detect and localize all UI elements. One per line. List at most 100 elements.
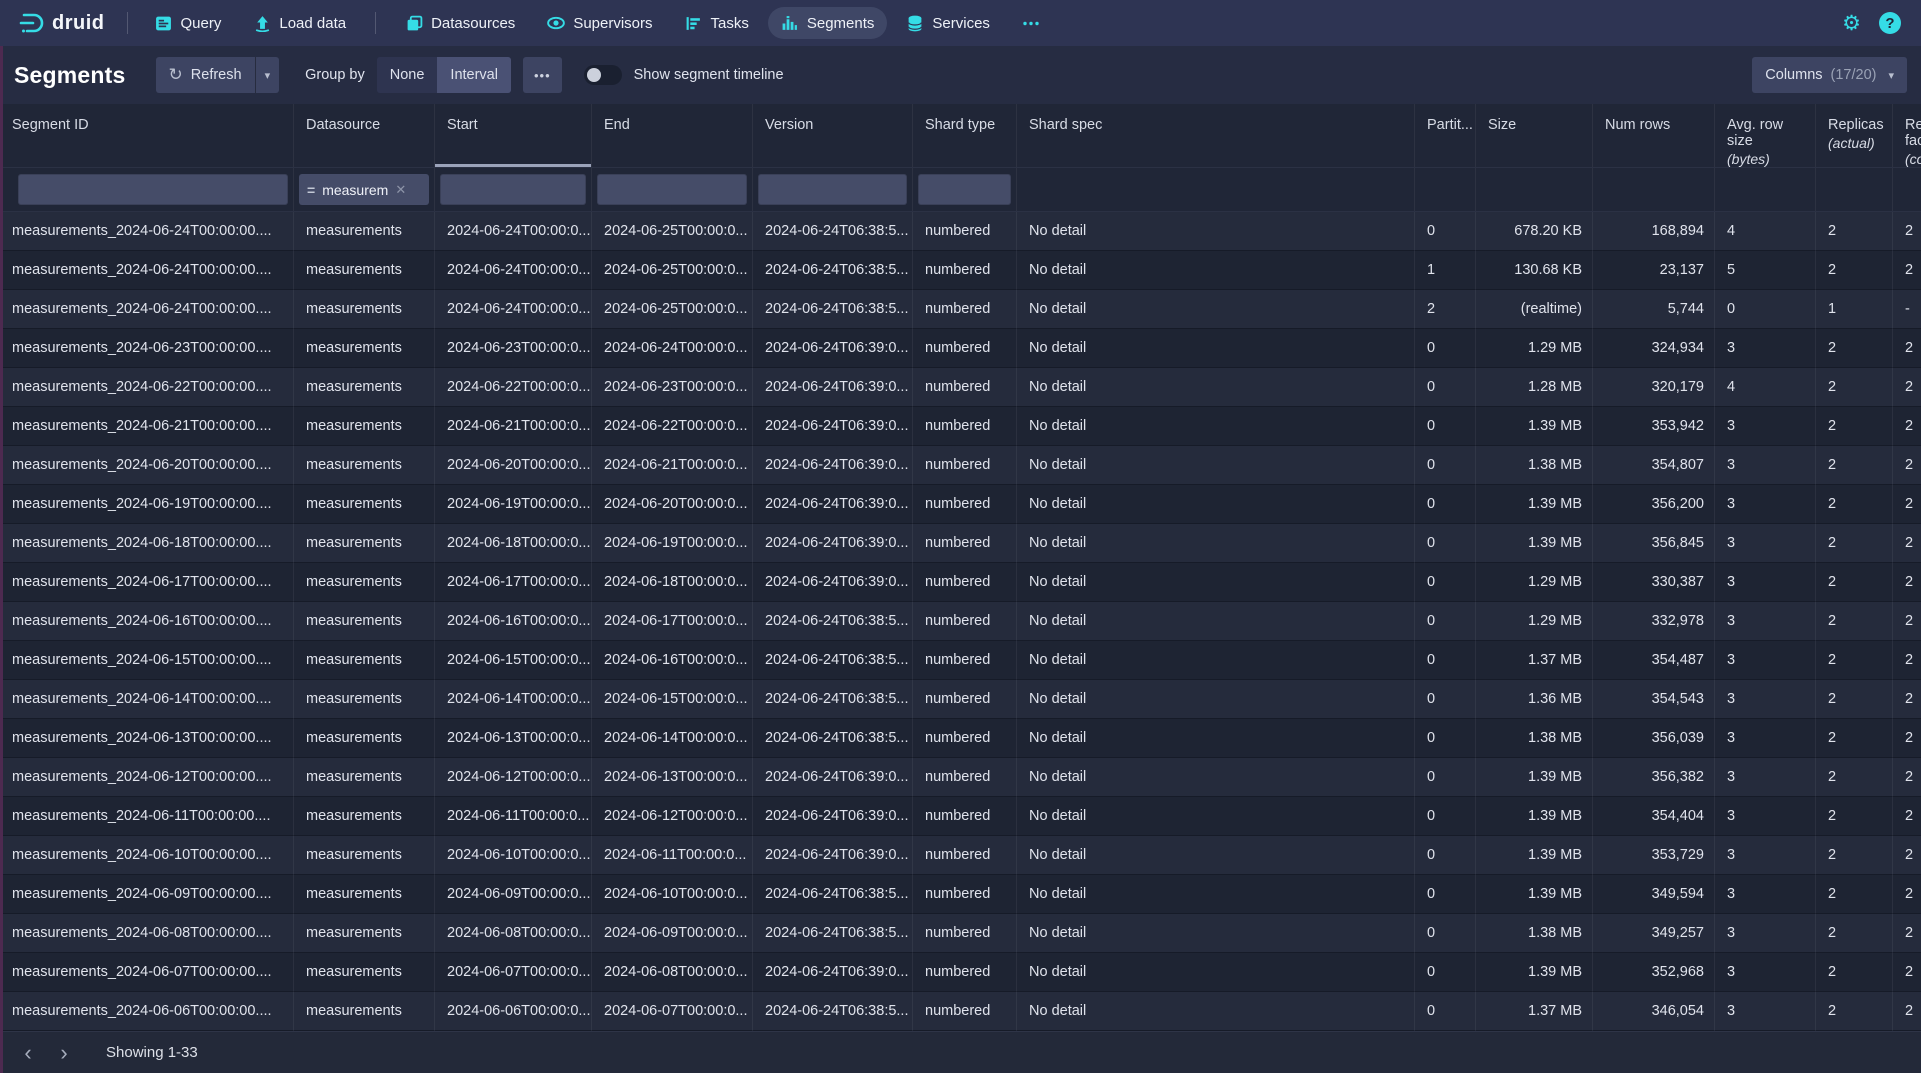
cell-shard_spec[interactable]: No detail xyxy=(1017,446,1415,485)
nav-item-datasources[interactable]: Datasources xyxy=(392,7,528,39)
cell-partition[interactable]: 0 xyxy=(1415,875,1476,914)
refresh-dropdown-button[interactable]: ▾ xyxy=(255,57,280,93)
cell-datasource[interactable]: measurements xyxy=(294,602,435,641)
cell-version[interactable]: 2024-06-24T06:38:5... xyxy=(753,914,913,953)
cell-start[interactable]: 2024-06-13T00:00:0... xyxy=(435,719,592,758)
cell-start[interactable]: 2024-06-16T00:00:0... xyxy=(435,602,592,641)
cell-avg_row_size[interactable]: 3 xyxy=(1715,719,1816,758)
cell-avg_row_size[interactable]: 4 xyxy=(1715,368,1816,407)
cell-replication_factor[interactable]: 2 xyxy=(1893,992,1921,1031)
cell-partition[interactable]: 1 xyxy=(1415,251,1476,290)
cell-shard_type[interactable]: numbered xyxy=(913,329,1017,368)
cell-end[interactable]: 2024-06-19T00:00:0... xyxy=(592,524,753,563)
cell-num_rows[interactable]: 354,487 xyxy=(1593,641,1715,680)
cell-end[interactable]: 2024-06-17T00:00:0... xyxy=(592,602,753,641)
cell-num_rows[interactable]: 23,137 xyxy=(1593,251,1715,290)
cell-shard_type[interactable]: numbered xyxy=(913,875,1017,914)
cell-replication_factor[interactable]: 2 xyxy=(1893,524,1921,563)
column-header-shard_spec[interactable]: Shard spec xyxy=(1017,104,1415,167)
cell-num_rows[interactable]: 356,845 xyxy=(1593,524,1715,563)
cell-version[interactable]: 2024-06-24T06:39:0... xyxy=(753,446,913,485)
cell-size[interactable]: 1.38 MB xyxy=(1476,446,1593,485)
cell-version[interactable]: 2024-06-24T06:39:0... xyxy=(753,485,913,524)
cell-size[interactable]: 1.39 MB xyxy=(1476,407,1593,446)
nav-item-segments[interactable]: Segments xyxy=(768,7,888,39)
cell-num_rows[interactable]: 356,382 xyxy=(1593,758,1715,797)
cell-version[interactable]: 2024-06-24T06:38:5... xyxy=(753,602,913,641)
cell-datasource[interactable]: measurements xyxy=(294,836,435,875)
cell-start[interactable]: 2024-06-15T00:00:0... xyxy=(435,641,592,680)
cell-replicas[interactable]: 2 xyxy=(1816,875,1893,914)
cell-replicas[interactable]: 2 xyxy=(1816,524,1893,563)
cell-datasource[interactable]: measurements xyxy=(294,407,435,446)
cell-datasource[interactable]: measurements xyxy=(294,485,435,524)
cell-avg_row_size[interactable]: 3 xyxy=(1715,758,1816,797)
cell-partition[interactable]: 0 xyxy=(1415,836,1476,875)
cell-datasource[interactable]: measurements xyxy=(294,680,435,719)
cell-start[interactable]: 2024-06-24T00:00:0... xyxy=(435,251,592,290)
cell-replication_factor[interactable]: 2 xyxy=(1893,875,1921,914)
nav-item-services[interactable]: Services xyxy=(893,7,1003,39)
refresh-button[interactable]: ↻ Refresh xyxy=(156,57,255,93)
cell-end[interactable]: 2024-06-25T00:00:0... xyxy=(592,290,753,329)
cell-start[interactable]: 2024-06-21T00:00:0... xyxy=(435,407,592,446)
cell-partition[interactable]: 0 xyxy=(1415,446,1476,485)
column-header-num_rows[interactable]: Num rows xyxy=(1593,104,1715,167)
cell-datasource[interactable]: measurements xyxy=(294,953,435,992)
cell-avg_row_size[interactable]: 3 xyxy=(1715,953,1816,992)
cell-replication_factor[interactable]: 2 xyxy=(1893,641,1921,680)
cell-shard_type[interactable]: numbered xyxy=(913,407,1017,446)
cell-size[interactable]: 1.39 MB xyxy=(1476,758,1593,797)
cell-avg_row_size[interactable]: 3 xyxy=(1715,836,1816,875)
cell-start[interactable]: 2024-06-07T00:00:0... xyxy=(435,953,592,992)
cell-segment_id[interactable]: measurements_2024-06-21T00:00:00.... xyxy=(0,407,294,446)
cell-size[interactable]: 1.38 MB xyxy=(1476,914,1593,953)
cell-num_rows[interactable]: 349,594 xyxy=(1593,875,1715,914)
cell-size[interactable]: 1.39 MB xyxy=(1476,524,1593,563)
cell-datasource[interactable]: measurements xyxy=(294,914,435,953)
column-header-shard_type[interactable]: Shard type xyxy=(913,104,1017,167)
cell-segment_id[interactable]: measurements_2024-06-13T00:00:00.... xyxy=(0,719,294,758)
prev-page-button[interactable]: ‹ xyxy=(12,1037,44,1069)
cell-datasource[interactable]: measurements xyxy=(294,368,435,407)
cell-shard_spec[interactable]: No detail xyxy=(1017,524,1415,563)
cell-replicas[interactable]: 2 xyxy=(1816,641,1893,680)
cell-start[interactable]: 2024-06-22T00:00:0... xyxy=(435,368,592,407)
cell-datasource[interactable]: measurements xyxy=(294,641,435,680)
cell-avg_row_size[interactable]: 3 xyxy=(1715,563,1816,602)
cell-end[interactable]: 2024-06-24T00:00:0... xyxy=(592,329,753,368)
cell-datasource[interactable]: measurements xyxy=(294,524,435,563)
version-filter-input[interactable] xyxy=(758,174,907,205)
cell-shard_spec[interactable]: No detail xyxy=(1017,836,1415,875)
cell-num_rows[interactable]: 349,257 xyxy=(1593,914,1715,953)
cell-datasource[interactable]: measurements xyxy=(294,992,435,1031)
cell-avg_row_size[interactable]: 3 xyxy=(1715,485,1816,524)
cell-replicas[interactable]: 2 xyxy=(1816,329,1893,368)
help-icon[interactable]: ? xyxy=(1879,12,1901,34)
cell-avg_row_size[interactable]: 3 xyxy=(1715,914,1816,953)
cell-num_rows[interactable]: 353,942 xyxy=(1593,407,1715,446)
cell-start[interactable]: 2024-06-24T00:00:0... xyxy=(435,290,592,329)
cell-size[interactable]: 1.37 MB xyxy=(1476,992,1593,1031)
cell-replication_factor[interactable]: 2 xyxy=(1893,914,1921,953)
cell-partition[interactable]: 2 xyxy=(1415,290,1476,329)
cell-datasource[interactable]: measurements xyxy=(294,719,435,758)
cell-avg_row_size[interactable]: 0 xyxy=(1715,290,1816,329)
cell-avg_row_size[interactable]: 3 xyxy=(1715,329,1816,368)
cell-shard_spec[interactable]: No detail xyxy=(1017,641,1415,680)
cell-shard_spec[interactable]: No detail xyxy=(1017,914,1415,953)
nav-item-supervisors[interactable]: Supervisors xyxy=(534,7,665,39)
cell-replicas[interactable]: 2 xyxy=(1816,836,1893,875)
cell-replication_factor[interactable]: 2 xyxy=(1893,602,1921,641)
cell-replication_factor[interactable]: - xyxy=(1893,290,1921,329)
cell-segment_id[interactable]: measurements_2024-06-10T00:00:00.... xyxy=(0,836,294,875)
cell-shard_type[interactable]: numbered xyxy=(913,563,1017,602)
cell-avg_row_size[interactable]: 3 xyxy=(1715,407,1816,446)
cell-shard_spec[interactable]: No detail xyxy=(1017,875,1415,914)
cell-avg_row_size[interactable]: 3 xyxy=(1715,992,1816,1031)
cell-shard_spec[interactable]: No detail xyxy=(1017,329,1415,368)
cell-replication_factor[interactable]: 2 xyxy=(1893,680,1921,719)
cell-start[interactable]: 2024-06-14T00:00:0... xyxy=(435,680,592,719)
cell-size[interactable]: 678.20 KB xyxy=(1476,212,1593,251)
cell-version[interactable]: 2024-06-24T06:39:0... xyxy=(753,563,913,602)
